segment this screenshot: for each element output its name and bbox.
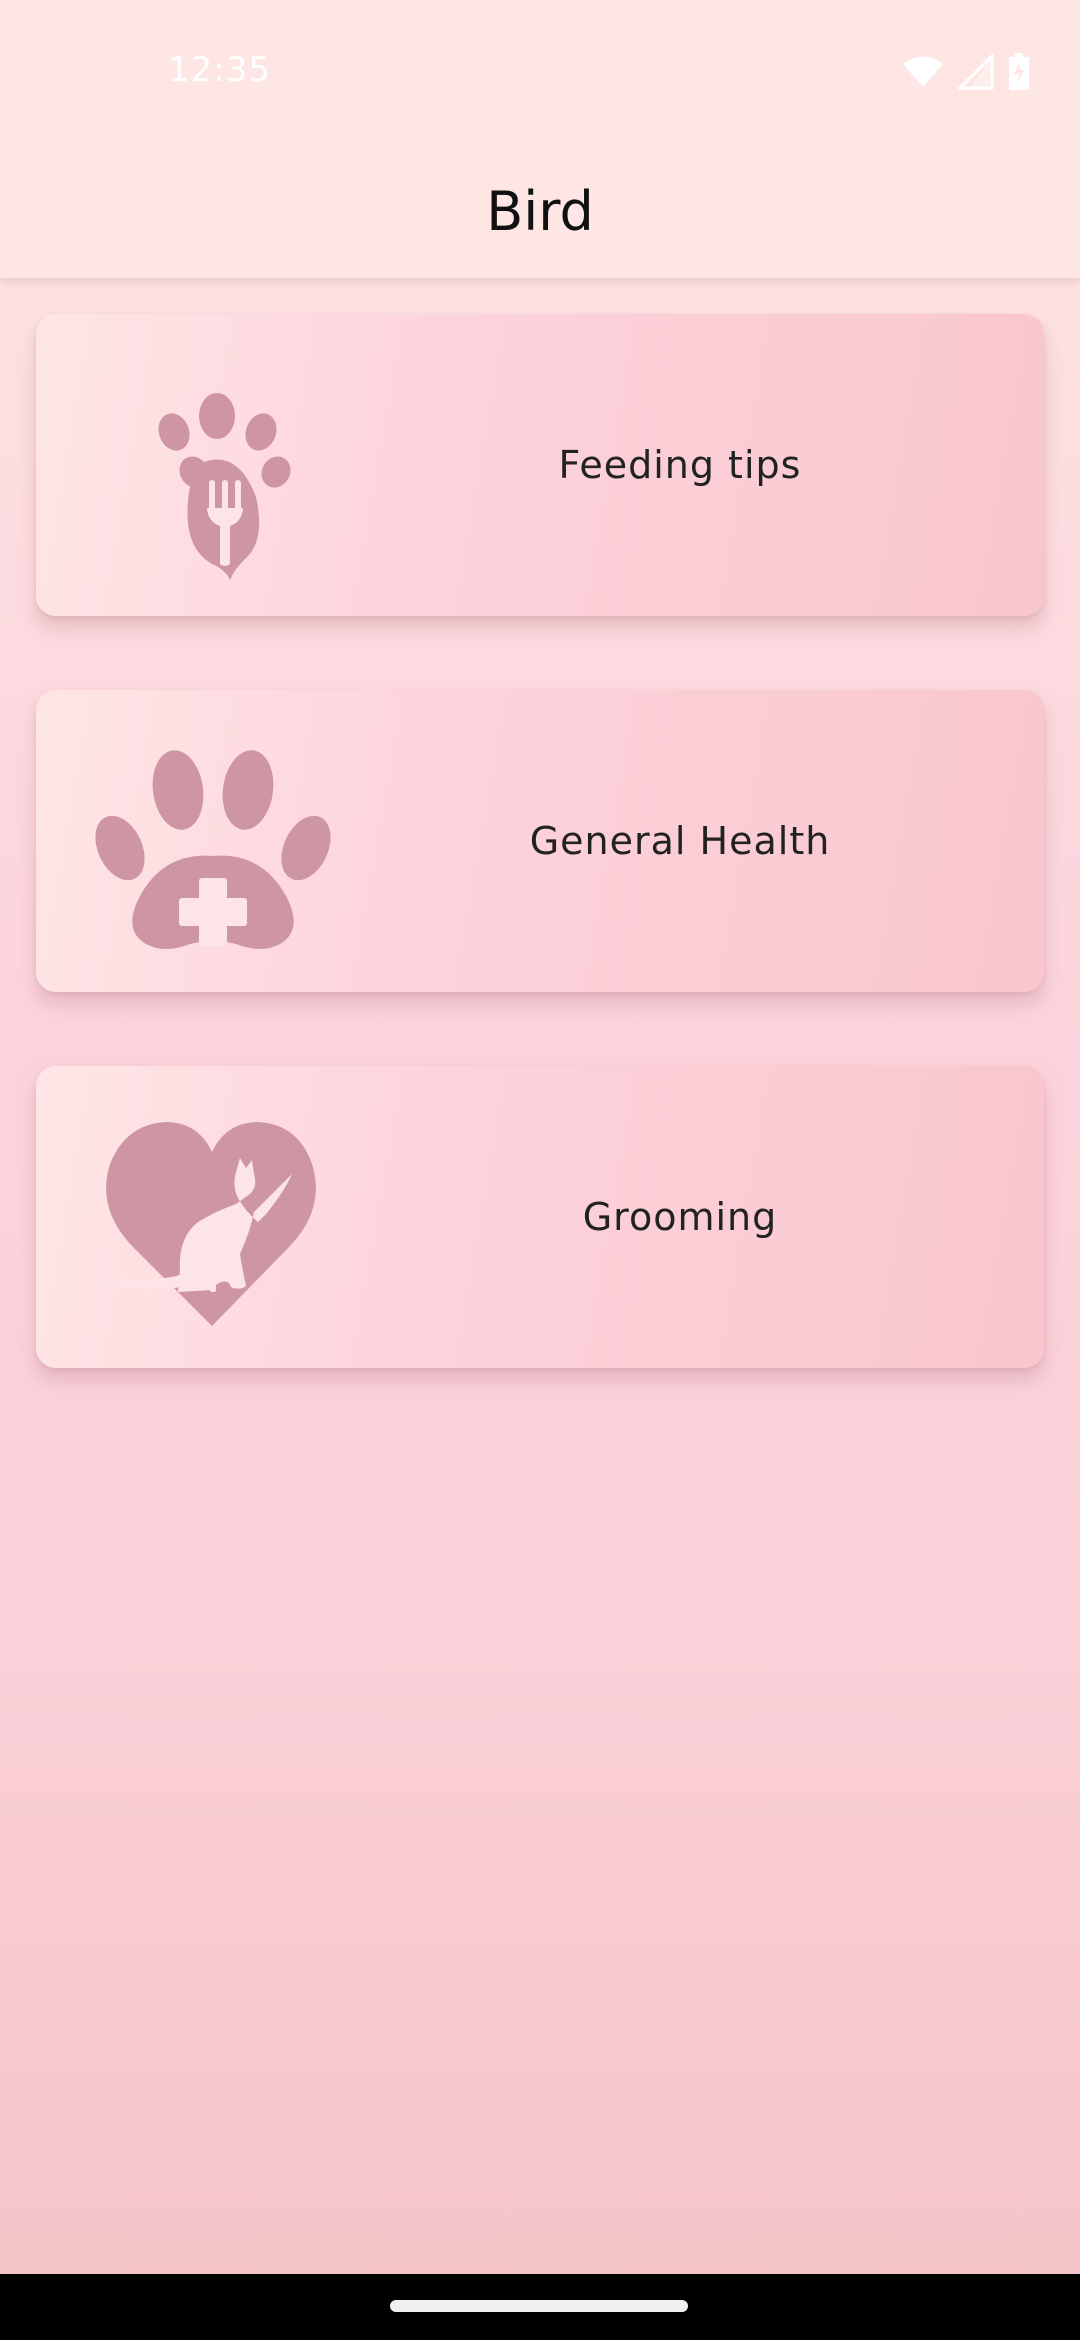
paw-medical-cross-icon bbox=[95, 750, 331, 949]
paw-fork-icon bbox=[158, 393, 291, 580]
card-label: Grooming bbox=[582, 1195, 778, 1239]
system-navigation-bar bbox=[0, 2274, 1080, 2340]
feeding-tips-card[interactable]: Feeding tips bbox=[36, 314, 1044, 616]
card-label: General Health bbox=[529, 819, 831, 863]
grooming-card[interactable]: Grooming bbox=[36, 1066, 1044, 1368]
page-title: Bird bbox=[486, 180, 594, 243]
card-label: Feeding tips bbox=[558, 443, 802, 487]
category-list: Feeding tips General Health Grooming bbox=[36, 314, 1044, 1442]
wifi-icon bbox=[903, 56, 943, 87]
home-gesture-handle[interactable] bbox=[390, 2300, 688, 2312]
cell-signal-icon bbox=[958, 54, 994, 90]
heart-cat-icon bbox=[104, 1122, 316, 1326]
status-icons bbox=[902, 50, 1030, 94]
status-time: 12:35 bbox=[168, 50, 271, 90]
battery-icon bbox=[1009, 53, 1029, 90]
general-health-card[interactable]: General Health bbox=[36, 690, 1044, 992]
app-header: 12:35 Bird bbox=[0, 0, 1080, 278]
